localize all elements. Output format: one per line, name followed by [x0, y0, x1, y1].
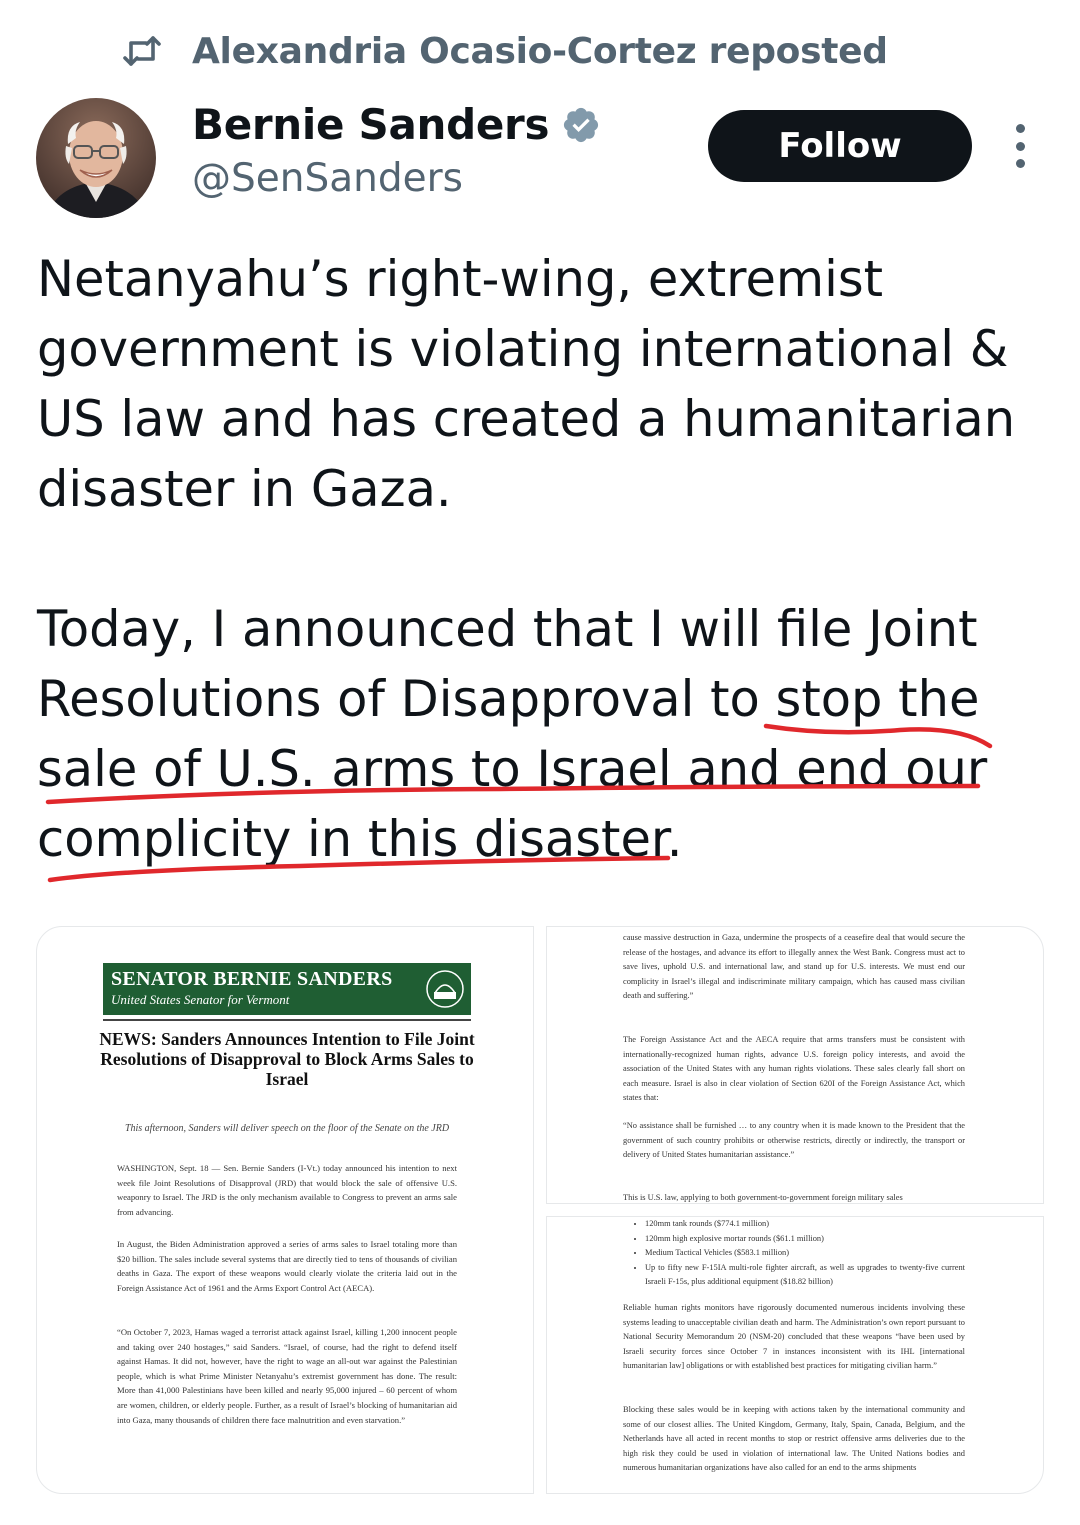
repost-icon: [122, 31, 162, 71]
tweet-line: sale of U.S. arms to Israel and end our: [37, 740, 988, 798]
senate-seal-icon: [425, 969, 465, 1009]
avatar[interactable]: [36, 98, 156, 218]
tweet-line: Resolutions of Disapproval to stop the: [37, 670, 980, 728]
page3-paragraph: Blocking these sales would be in keeping…: [623, 1405, 965, 1472]
verified-badge-icon[interactable]: [561, 105, 601, 145]
media-image-3[interactable]: 120mm tank rounds ($774.1 million) 120mm…: [546, 1216, 1044, 1494]
arms-list-item: Up to fifty new F-15IA multi-role fighte…: [645, 1261, 965, 1290]
banner-title: SENATOR BERNIE SANDERS: [111, 968, 393, 990]
follow-button[interactable]: Follow: [708, 110, 972, 182]
media-image-1[interactable]: SENATOR BERNIE SANDERS United States Sen…: [36, 926, 534, 1494]
author-handle[interactable]: @SenSanders: [192, 156, 463, 201]
press-subhead: This afternoon, Sanders will deliver spe…: [124, 1123, 450, 1134]
repost-header: Alexandria Ocasio-Cortez reposted: [122, 28, 888, 74]
banner-subtitle: United States Senator for Vermont: [111, 992, 290, 1007]
tweet-media[interactable]: SENATOR BERNIE SANDERS United States Sen…: [36, 926, 1044, 1494]
page2-paragraph: The Foreign Assistance Act and the AECA …: [623, 1035, 965, 1102]
author-row: Bernie Sanders: [192, 100, 601, 149]
arms-list: 120mm tank rounds ($774.1 million) 120mm…: [623, 1217, 965, 1290]
press-banner: SENATOR BERNIE SANDERS United States Sen…: [103, 963, 471, 1015]
author-name[interactable]: Bernie Sanders: [192, 100, 549, 149]
tweet-text: Netanyahu’s right-wing, extremist govern…: [37, 244, 1037, 874]
arms-list-item: 120mm high explosive mortar rounds ($61.…: [645, 1232, 965, 1247]
tweet-line: complicity in this disaster.: [37, 810, 683, 868]
tweet-line: Today, I announced that I will file Join…: [37, 600, 978, 658]
tweet-line: US law and has created a humanitarian: [37, 390, 1016, 448]
press-paragraph: In August, the Biden Administration appr…: [117, 1239, 457, 1293]
press-paragraph: “On October 7, 2023, Hamas waged a terro…: [117, 1327, 457, 1425]
press-headline: NEWS: Sanders Announces Intention to Fil…: [99, 1029, 475, 1089]
press-paragraph: WASHINGTON, Sept. 18 — Sen. Bernie Sande…: [117, 1163, 457, 1217]
page3-paragraph: Reliable human rights monitors have rigo…: [623, 1303, 965, 1370]
tweet-line: disaster in Gaza.: [37, 460, 452, 518]
page2-paragraph: This is U.S. law, applying to both gover…: [623, 1193, 903, 1202]
tweet-line: Netanyahu’s right-wing, extremist: [37, 250, 884, 308]
page2-paragraph: cause massive destruction in Gaza, under…: [623, 933, 965, 1000]
repost-label[interactable]: Alexandria Ocasio-Cortez reposted: [192, 31, 888, 72]
tweet-line: government is violating international &: [37, 320, 1009, 378]
page2-quote: “No assistance shall be furnished … to a…: [623, 1121, 965, 1159]
more-options-icon[interactable]: [1008, 124, 1032, 168]
media-image-2[interactable]: cause massive destruction in Gaza, under…: [546, 926, 1044, 1204]
arms-list-item: 120mm tank rounds ($774.1 million): [645, 1217, 965, 1232]
arms-list-item: Medium Tactical Vehicles ($583.1 million…: [645, 1246, 965, 1261]
